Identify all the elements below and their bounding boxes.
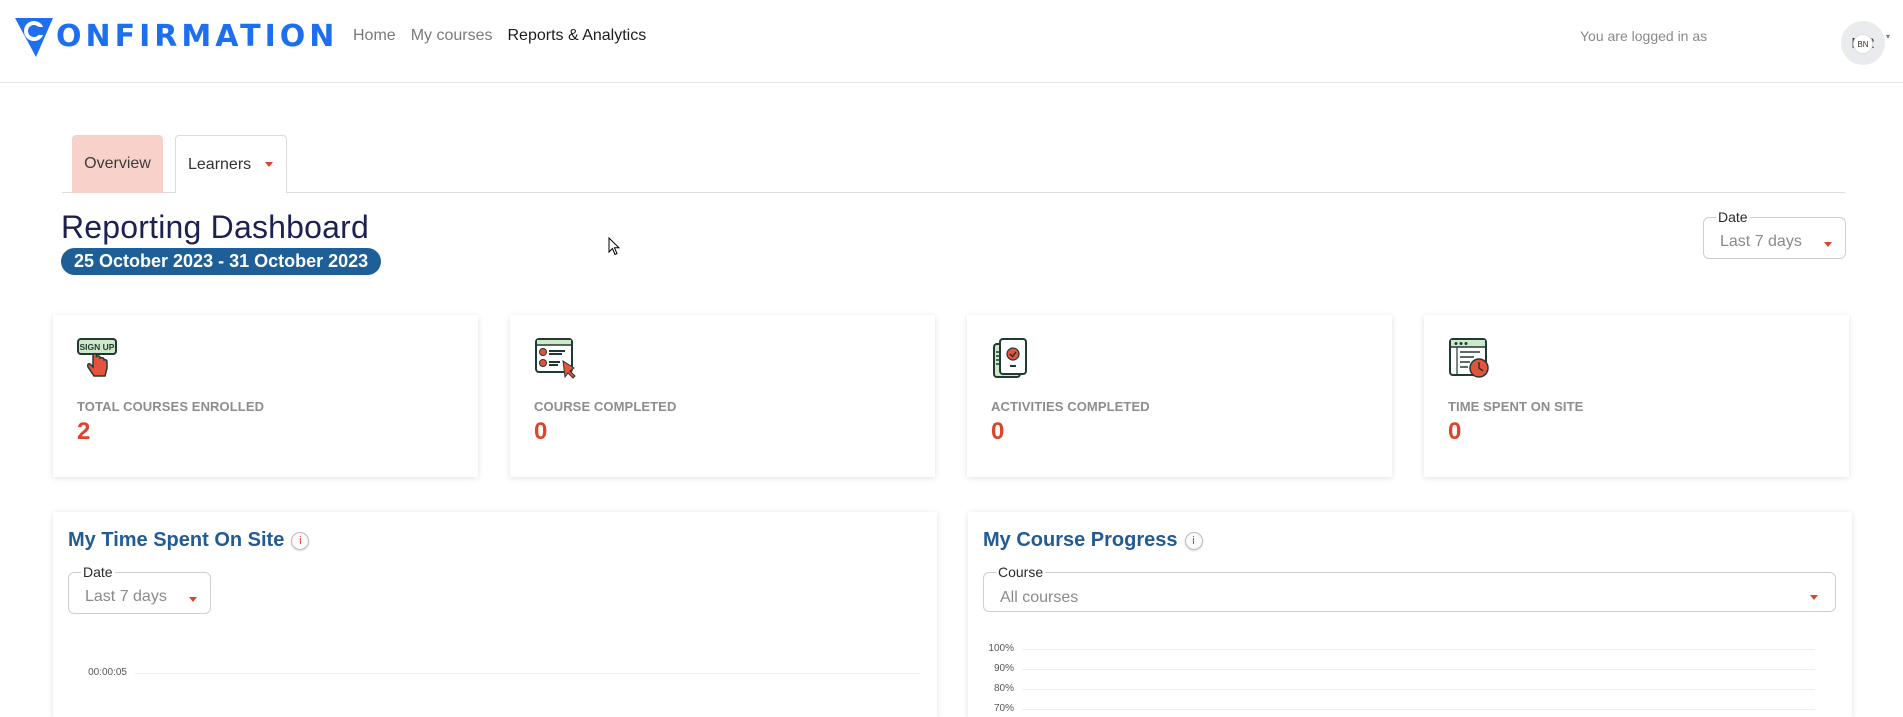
dashboard-tabs: Overview Learners xyxy=(62,135,1845,193)
course-select-value: All courses xyxy=(1000,589,1079,606)
course-progress-title-row: My Course Progress i xyxy=(983,529,1203,552)
activity-document-icon xyxy=(993,338,1027,378)
logo-c-shield-icon xyxy=(15,18,53,57)
gridline xyxy=(1022,649,1815,650)
time-spent-title-row: My Time Spent On Site i xyxy=(68,529,310,552)
logged-in-text: You are logged in as xyxy=(1580,28,1708,44)
sign-up-icon: SIGN UP xyxy=(77,338,117,377)
user-menu-chevron-icon[interactable]: ▾ xyxy=(1886,32,1890,41)
stat-label: ACTIVITIES COMPLETED xyxy=(991,399,1150,414)
y-tick-label: 80% xyxy=(993,683,1014,694)
stat-value: 0 xyxy=(534,418,548,445)
stat-label: TIME SPENT ON SITE xyxy=(1448,399,1584,414)
time-spent-date-value: Last 7 days xyxy=(85,588,167,605)
course-progress-title: My Course Progress xyxy=(983,529,1178,551)
stat-card-activities-completed: ACTIVITIES COMPLETED 0 xyxy=(967,315,1392,477)
gridline xyxy=(1022,689,1815,690)
caret-down-icon xyxy=(1824,242,1832,247)
gridline xyxy=(1022,669,1815,670)
y-tick-label: 00:00:05 xyxy=(88,667,127,678)
tab-learners-label: Learners xyxy=(188,155,252,173)
stat-card-time-spent: TIME SPENT ON SITE 0 xyxy=(1424,315,1849,477)
page-title: Reporting Dashboard xyxy=(61,209,369,245)
user-avatar[interactable]: MR BN xyxy=(1841,21,1885,65)
date-filter-value: Last 7 days xyxy=(1720,233,1802,250)
nav-reports-analytics[interactable]: Reports & Analytics xyxy=(507,26,646,46)
stat-card-course-completed: COURSE COMPLETED 0 xyxy=(510,315,935,477)
gridline xyxy=(135,673,920,674)
y-tick-label: 90% xyxy=(993,663,1014,674)
stat-value: 0 xyxy=(991,418,1005,445)
brand-logo[interactable]: ONFIRMATION xyxy=(14,16,338,58)
course-progress-panel: My Course Progress i Course All courses … xyxy=(968,512,1852,717)
main-nav: Home My courses Reports & Analytics xyxy=(353,26,661,46)
gridline xyxy=(1022,709,1815,710)
info-icon[interactable]: i xyxy=(291,531,310,550)
nav-home[interactable]: Home xyxy=(353,26,396,46)
time-spent-date-select[interactable]: Date Last 7 days xyxy=(68,564,211,614)
caret-down-icon xyxy=(265,162,274,167)
caret-down-icon xyxy=(1810,595,1818,600)
tab-learners[interactable]: Learners xyxy=(175,135,287,193)
time-spent-date-label: Date xyxy=(81,564,115,580)
nav-my-courses[interactable]: My courses xyxy=(411,26,493,46)
stat-value: 0 xyxy=(1448,418,1462,445)
course-select-label: Course xyxy=(996,564,1046,580)
brand-name: ONFIRMATION xyxy=(56,19,339,54)
y-tick-label: 70% xyxy=(993,703,1014,714)
info-icon[interactable]: i xyxy=(1184,531,1203,550)
top-navbar: ONFIRMATION Home My courses Reports & An… xyxy=(0,0,1903,83)
course-select[interactable]: Course All courses xyxy=(983,564,1836,612)
caret-down-icon xyxy=(189,597,197,602)
mouse-pointer-icon xyxy=(608,237,620,256)
stat-card-courses-enrolled: SIGN UP TOTAL COURSES ENROLLED 2 xyxy=(53,315,478,477)
course-checklist-icon xyxy=(535,338,576,379)
browser-clock-icon xyxy=(1449,338,1489,378)
stat-label: TOTAL COURSES ENROLLED xyxy=(77,399,265,414)
tab-overview-label: Overview xyxy=(84,155,151,172)
date-filter-select[interactable]: Date Last 7 days xyxy=(1703,209,1846,259)
time-spent-panel: My Time Spent On Site i Date Last 7 days… xyxy=(53,512,937,717)
date-filter-label: Date xyxy=(1716,209,1750,225)
stat-label: COURSE COMPLETED xyxy=(534,399,677,414)
avatar-badge: BN xyxy=(1853,34,1873,54)
y-tick-label: 100% xyxy=(988,643,1014,654)
stat-value: 2 xyxy=(77,418,91,445)
svg-text:SIGN UP: SIGN UP xyxy=(80,342,115,352)
time-spent-title: My Time Spent On Site xyxy=(68,529,285,551)
tab-overview[interactable]: Overview xyxy=(72,135,163,193)
date-range-badge: 25 October 2023 - 31 October 2023 xyxy=(61,248,382,275)
